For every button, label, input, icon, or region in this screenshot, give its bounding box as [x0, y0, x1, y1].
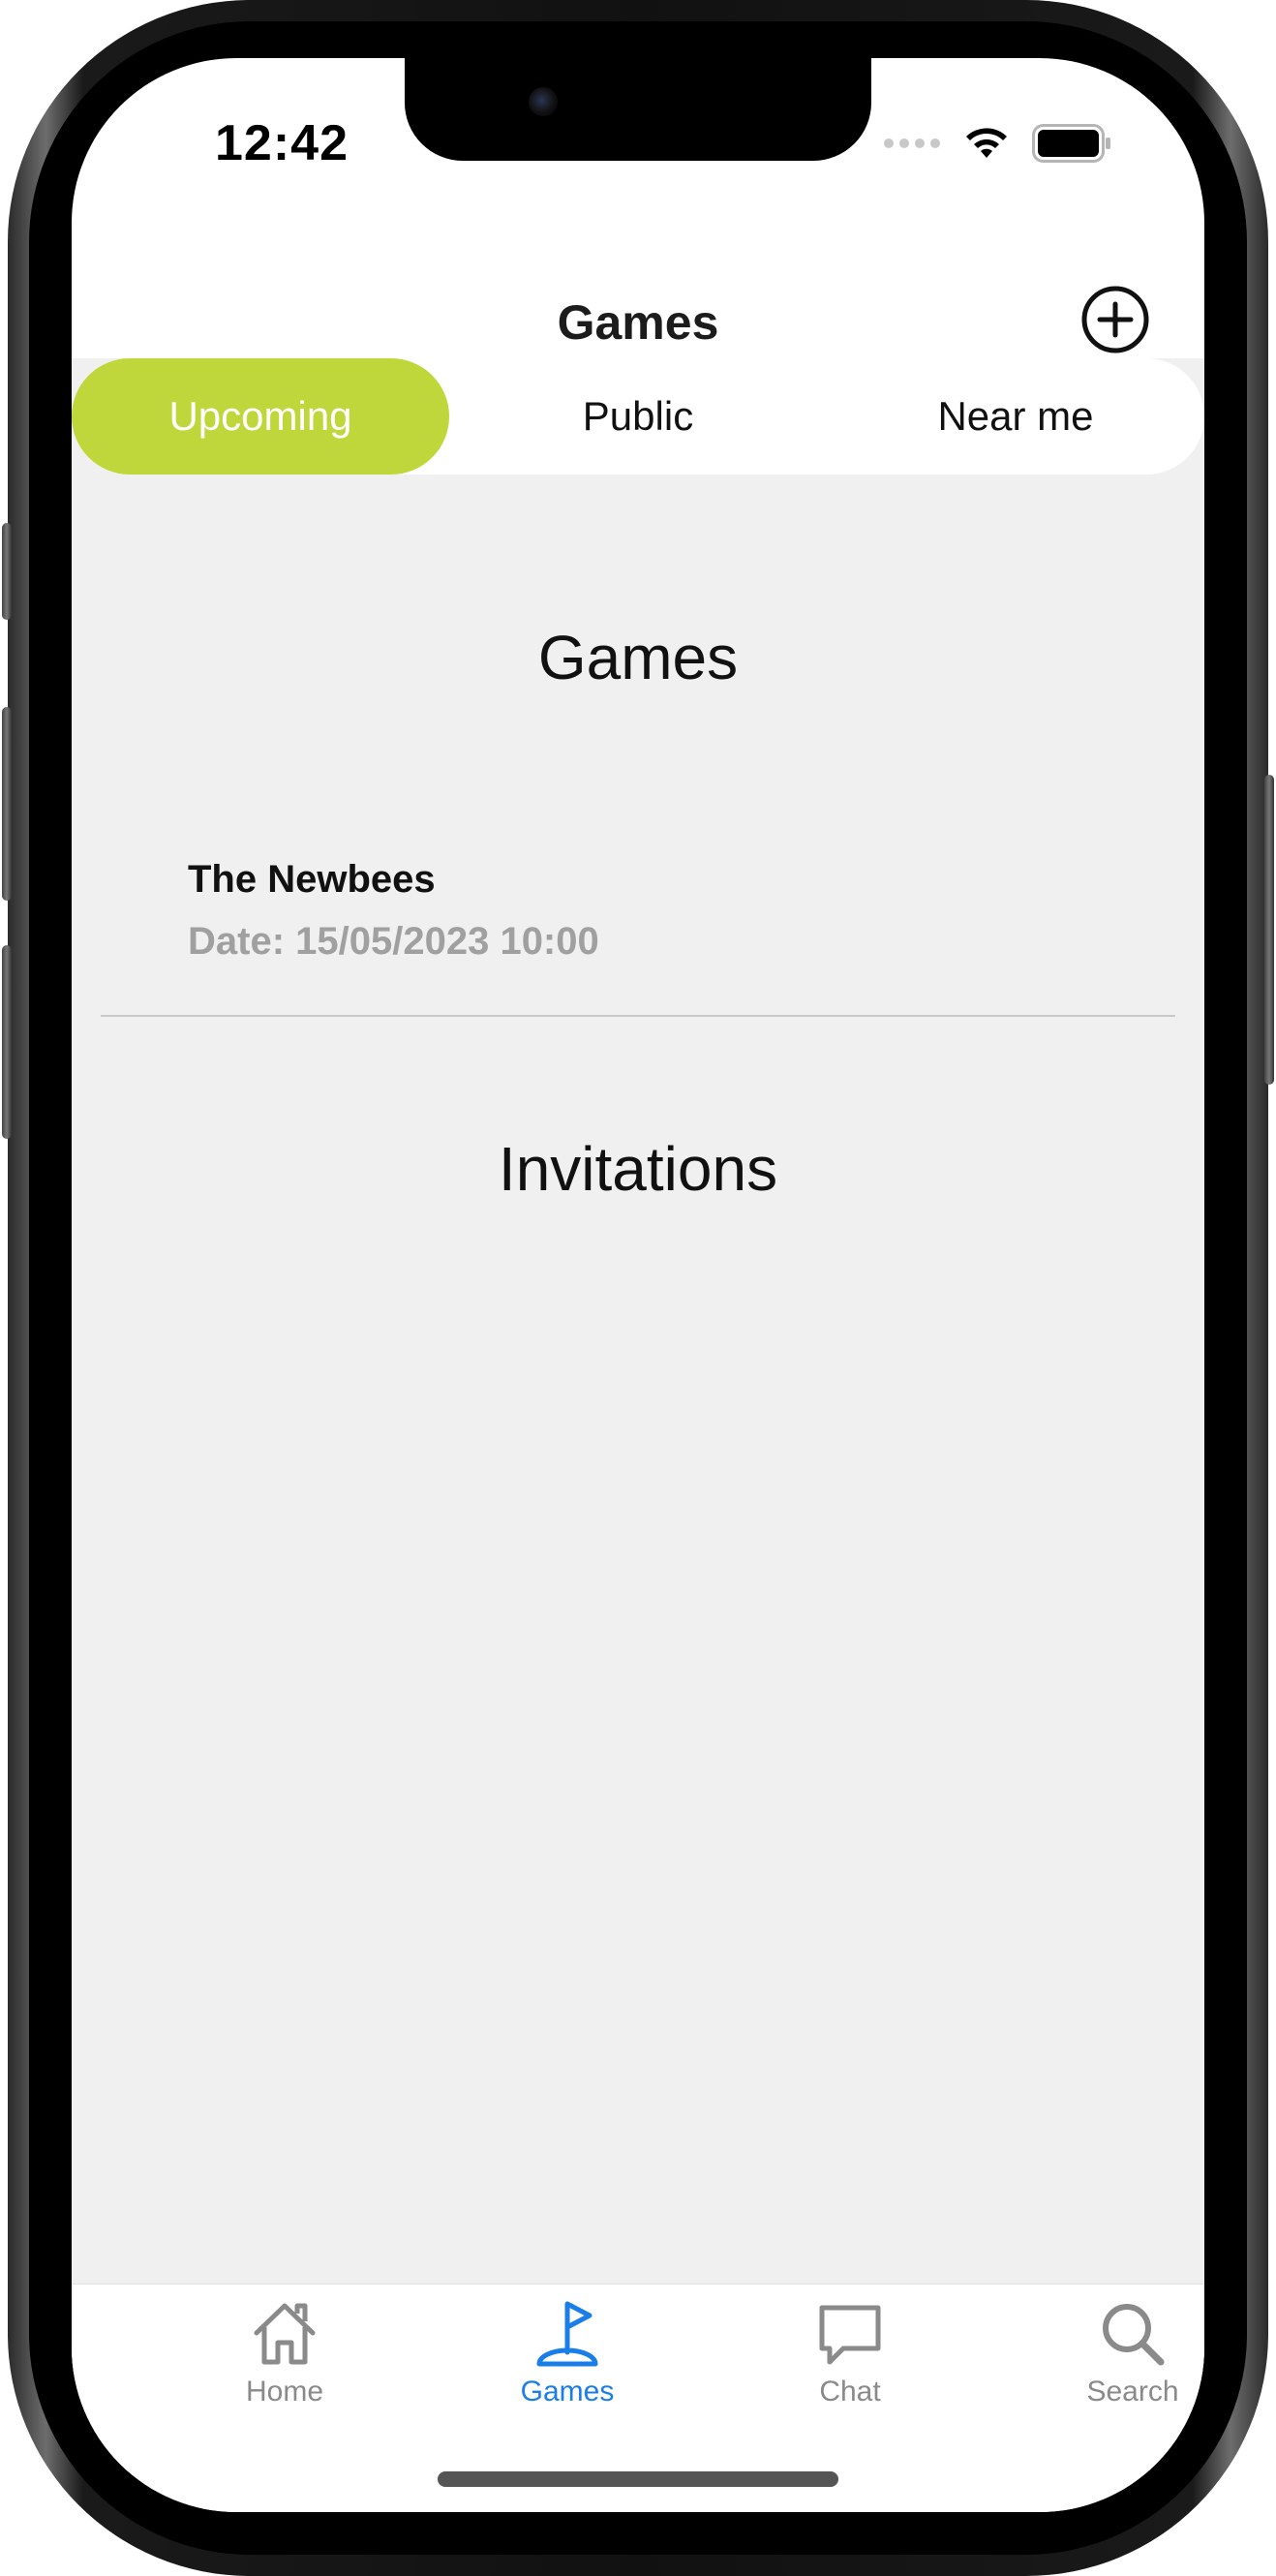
chat-bubble-icon	[819, 2305, 881, 2365]
invitations-section-title: Invitations	[498, 1134, 778, 1204]
segment-label: Near me	[937, 393, 1094, 439]
notch	[405, 58, 871, 161]
tab-label: Games	[520, 2376, 615, 2407]
add-game-button[interactable]	[1080, 285, 1150, 354]
game-list-item[interactable]: The Newbees Date: 15/05/2023 10:00	[101, 843, 1175, 1017]
tab-search[interactable]: Search	[1017, 2298, 1204, 2434]
magnifier-icon	[1103, 2304, 1165, 2366]
segmented-control: Upcoming Public Near me	[72, 358, 1204, 475]
power-button	[1264, 775, 1274, 1085]
main-content: Upcoming Public Near me Games The Newbee…	[72, 358, 1204, 2284]
house-icon	[254, 2303, 316, 2365]
silent-switch	[2, 523, 12, 620]
app-screen: 12:42 Games Upcoming Public Near me Game…	[72, 58, 1204, 2512]
tab-home[interactable]: Home	[168, 2298, 401, 2434]
segment-near-me[interactable]: Near me	[827, 358, 1204, 475]
segment-label: Public	[582, 393, 694, 439]
golf-flag-icon	[536, 2301, 598, 2367]
tab-label: Chat	[819, 2376, 881, 2407]
status-icons	[883, 124, 1111, 163]
navigation-header: Games	[72, 277, 1204, 358]
page-title: Games	[557, 295, 719, 350]
wifi-icon	[966, 128, 1007, 158]
signal-dots-icon	[884, 138, 940, 148]
battery-icon	[1032, 124, 1110, 163]
plus-circle-icon	[1081, 286, 1149, 353]
tab-label: Home	[245, 2376, 324, 2407]
game-date: Date: 15/05/2023 10:00	[188, 920, 599, 963]
volume-up-button	[2, 707, 12, 901]
front-camera	[529, 87, 558, 116]
status-time: 12:42	[215, 115, 349, 171]
tab-label: Search	[1086, 2376, 1179, 2407]
tab-chat[interactable]: Chat	[734, 2298, 966, 2434]
home-indicator[interactable]	[438, 2471, 838, 2487]
games-section-title: Games	[537, 623, 739, 692]
segment-label: Upcoming	[168, 393, 352, 439]
game-name: The Newbees	[188, 858, 436, 901]
segment-public[interactable]: Public	[449, 358, 827, 475]
segment-upcoming[interactable]: Upcoming	[72, 358, 449, 475]
volume-down-button	[2, 945, 12, 1139]
tab-games[interactable]: Games	[451, 2298, 684, 2434]
